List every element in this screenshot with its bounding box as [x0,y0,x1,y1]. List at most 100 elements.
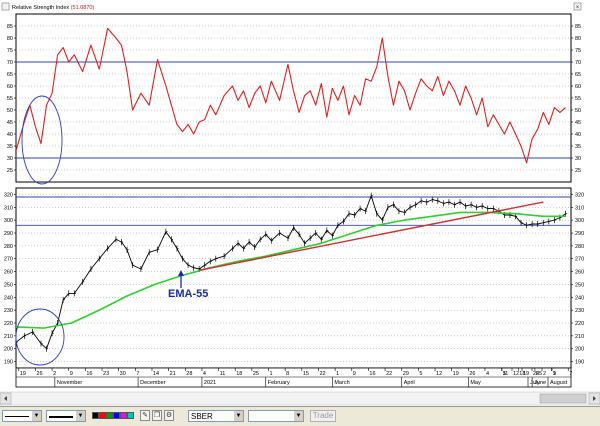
x-day-label: 12 [436,371,442,377]
x-day-label: 16 [369,371,375,377]
copy-button[interactable]: ❐ [152,410,162,421]
color-swatch-green[interactable] [106,412,113,419]
y-tick-label: 210 [575,334,584,340]
x-month-label: November [57,380,83,386]
y-tick-label: 310 [575,205,584,211]
x-day-label: 15 [303,371,309,377]
price-y-axis-left: 190 200 210 220 230 240 250 260 270 280 290 300 310 3… [4,192,16,366]
y-tick-label: 60 [7,84,13,90]
y-tick-label: 310 [4,205,13,211]
x-month-label: 2021 [204,380,216,386]
y-tick-label: 55 [7,96,13,102]
price-panel: 190 200 210 220 230 240 250 260 270 280 290 300 310 3… [4,187,584,369]
x-month-label: July [530,380,540,386]
color-swatch-cyan[interactable] [127,412,134,419]
account-select[interactable]: ▼ [248,410,304,422]
y-tick-label: 280 [4,244,13,250]
x-day-label: 19 [523,371,529,377]
y-tick-label: 45 [7,120,13,126]
x-day-label: 1 [336,371,339,377]
x-day-label: 26 [469,371,475,377]
y-tick-label: 40 [7,132,13,138]
x-day-label: 26 [533,371,539,377]
y-tick-label: 25 [7,168,13,174]
settings-button[interactable]: ⚙ [164,410,174,421]
x-month-label: August [550,380,568,386]
y-tick-label: 200 [575,347,584,353]
x-day-label: 5 [419,371,422,377]
y-tick-label: 85 [7,24,13,30]
rsi-title: Relative Strength Index (51.0870) [12,5,94,11]
y-tick-label: 320 [575,192,584,198]
y-tick-label: 80 [575,36,581,42]
y-tick-label: 270 [4,257,13,263]
y-tick-label: 35 [575,144,581,150]
x-day-label: 4 [486,371,489,377]
x-day-label: 9 [70,371,73,377]
rsi-panel-menu-icon[interactable] [1,2,10,11]
color-swatch-blue[interactable] [113,412,120,419]
y-tick-label: 220 [4,321,13,327]
y-tick-label: 55 [575,96,581,102]
rsi-panel: 25 30 35 40 45 50 55 60 65 70 75 80 85 25 30 35 40 45 50 5… [1,2,582,185]
y-tick-label: 320 [4,192,13,198]
color-swatch-red[interactable] [99,412,106,419]
y-tick-label: 75 [575,48,581,54]
y-tick-label: 300 [575,218,584,224]
x-day-label: 23 [103,371,109,377]
x-day-label: 22 [319,371,325,377]
y-tick-label: 25 [575,168,581,174]
chevron-down-icon: ▼ [32,411,41,421]
trade-button[interactable]: Trade [310,410,336,422]
x-day-label: 1 [270,371,273,377]
x-month-label: April [404,380,415,386]
x-month-label: March [334,380,349,386]
x-day-label: 7 [569,371,572,377]
ticker-value: SBER [191,412,213,421]
scroll-thumb[interactable] [539,393,587,404]
rsi-y-axis-left: 25 30 35 40 45 50 55 60 65 70 75 80 85 [7,24,16,174]
chevron-down-icon: ▼ [294,411,303,421]
x-day-label: 26 [36,371,42,377]
pencil-icon: ✎ [142,412,148,419]
price-plot-frame [15,187,572,369]
y-tick-label: 50 [575,108,581,114]
x-day-label: 2 [543,371,546,377]
ticker-select[interactable]: SBER ▼ [188,410,244,422]
chart-canvas: 25303540455055606570758085 2530354045505… [0,2,600,406]
y-tick-label: 230 [4,308,13,314]
x-day-label: 19 [20,371,26,377]
color-swatch-magenta[interactable] [120,412,127,419]
x-day-label: 7 [136,371,139,377]
y-tick-label: 260 [4,270,13,276]
x-month-label: December [140,380,166,386]
x-axis: 19 26 2 9 16 23 30 7 14 21 28 4 11 18 25 1 8 15 22 1 9 16 22 29… [15,367,572,388]
y-tick-label: 35 [7,144,13,150]
y-tick-label: 190 [4,360,13,366]
y-tick-label: 70 [575,60,581,66]
y-tick-label: 40 [575,132,581,138]
x-day-label: 8 [286,371,289,377]
y-tick-label: 200 [4,347,13,353]
x-day-label: 25 [253,371,259,377]
copy-icon: ❐ [153,412,161,419]
h-scrollbar-track[interactable] [0,391,600,406]
x-month-label: February [268,380,290,386]
h-scrollbar[interactable] [0,391,600,406]
line-width-select[interactable]: ▼ [46,410,86,422]
y-tick-label: 30 [575,156,581,162]
y-tick-label: 260 [575,270,584,276]
ema-label: EMA-55 [168,288,208,300]
line-style-select[interactable]: ▼ [2,410,42,422]
y-tick-label: 50 [7,108,13,114]
x-day-label: 14 [153,371,159,377]
color-swatch-black[interactable] [92,412,99,419]
x-day-label: 30 [120,371,126,377]
line-style-preview [5,416,29,418]
x-day-label: 19 [453,371,459,377]
drawing-tool-button[interactable]: ✎ [140,410,150,421]
x-day-label: 18 [236,371,242,377]
x-day-label: 22 [386,371,392,377]
line-width-preview [49,415,73,418]
chevron-down-icon: ▼ [234,411,243,421]
